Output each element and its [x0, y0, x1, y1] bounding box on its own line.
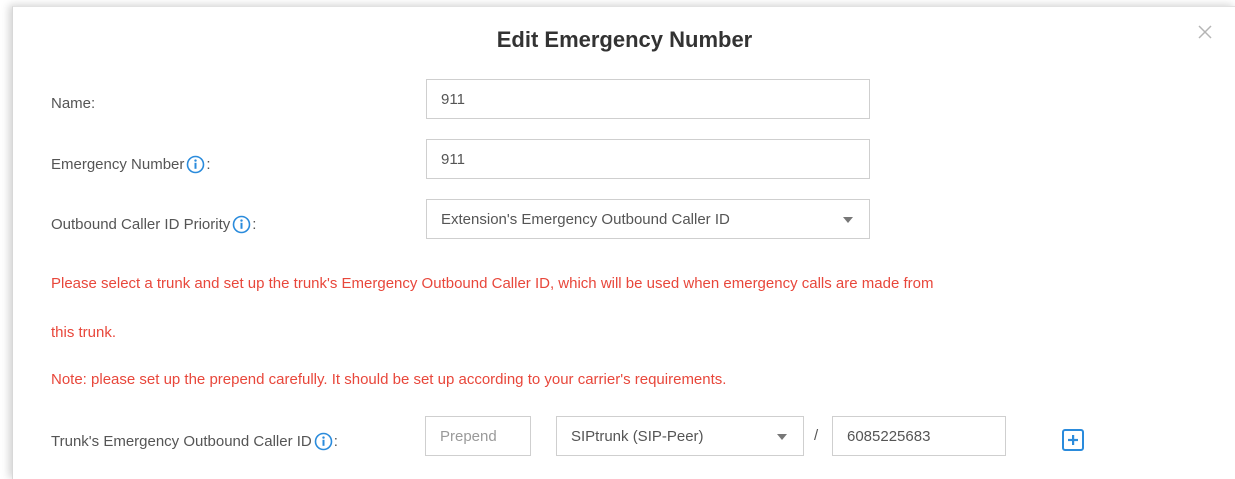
emergency-number-input-value: 911 [441, 150, 465, 168]
edit-emergency-number-dialog: Edit Emergency Number Name: 911 Emergenc… [12, 6, 1235, 479]
trunk-caller-id-label-suffix: : [333, 433, 338, 450]
separator: / [814, 427, 819, 444]
trunk-selected: SIPtrunk (SIP-Peer) [571, 427, 704, 445]
trunk-caller-id-input[interactable]: 6085225683 [832, 416, 1006, 456]
caret-down-icon [843, 217, 853, 223]
emergency-number-label: Emergency Number : [51, 155, 211, 174]
caller-id-priority-select[interactable]: Extension's Emergency Outbound Caller ID [426, 199, 870, 239]
trunk-notice-line1: Please select a trunk and set up the tru… [51, 275, 934, 292]
info-icon[interactable] [186, 155, 205, 174]
info-icon[interactable] [314, 432, 333, 451]
caller-id-priority-selected: Extension's Emergency Outbound Caller ID [441, 210, 730, 228]
emergency-number-label-suffix: : [206, 156, 211, 173]
name-label: Name: [51, 95, 95, 112]
trunk-caller-id-label-text: Trunk's Emergency Outbound Caller ID [51, 433, 312, 450]
trunk-notice-line2: this trunk. [51, 324, 117, 341]
plus-square-icon[interactable] [1062, 429, 1084, 451]
prepend-note: Note: please set up the prepend carefull… [51, 371, 727, 388]
trunk-caller-id-value: 6085225683 [847, 427, 931, 445]
caller-id-priority-label-text: Outbound Caller ID Priority [51, 216, 231, 233]
name-label-text: Name: [51, 95, 96, 112]
caret-down-icon [777, 434, 787, 440]
close-icon[interactable] [1194, 21, 1216, 43]
info-icon[interactable] [232, 215, 251, 234]
prepend-placeholder: Prepend [440, 427, 497, 445]
name-input[interactable]: 911 [426, 79, 870, 119]
trunk-select[interactable]: SIPtrunk (SIP-Peer) [556, 416, 804, 456]
emergency-number-input[interactable]: 911 [426, 139, 870, 179]
dialog-title: Edit Emergency Number [496, 27, 753, 52]
caller-id-priority-label: Outbound Caller ID Priority : [51, 215, 256, 234]
prepend-input[interactable]: Prepend [425, 416, 531, 456]
trunk-caller-id-label: Trunk's Emergency Outbound Caller ID : [51, 432, 338, 451]
name-input-value: 911 [441, 90, 465, 108]
emergency-number-label-text: Emergency Number [51, 156, 185, 173]
caller-id-priority-label-suffix: : [252, 216, 257, 233]
